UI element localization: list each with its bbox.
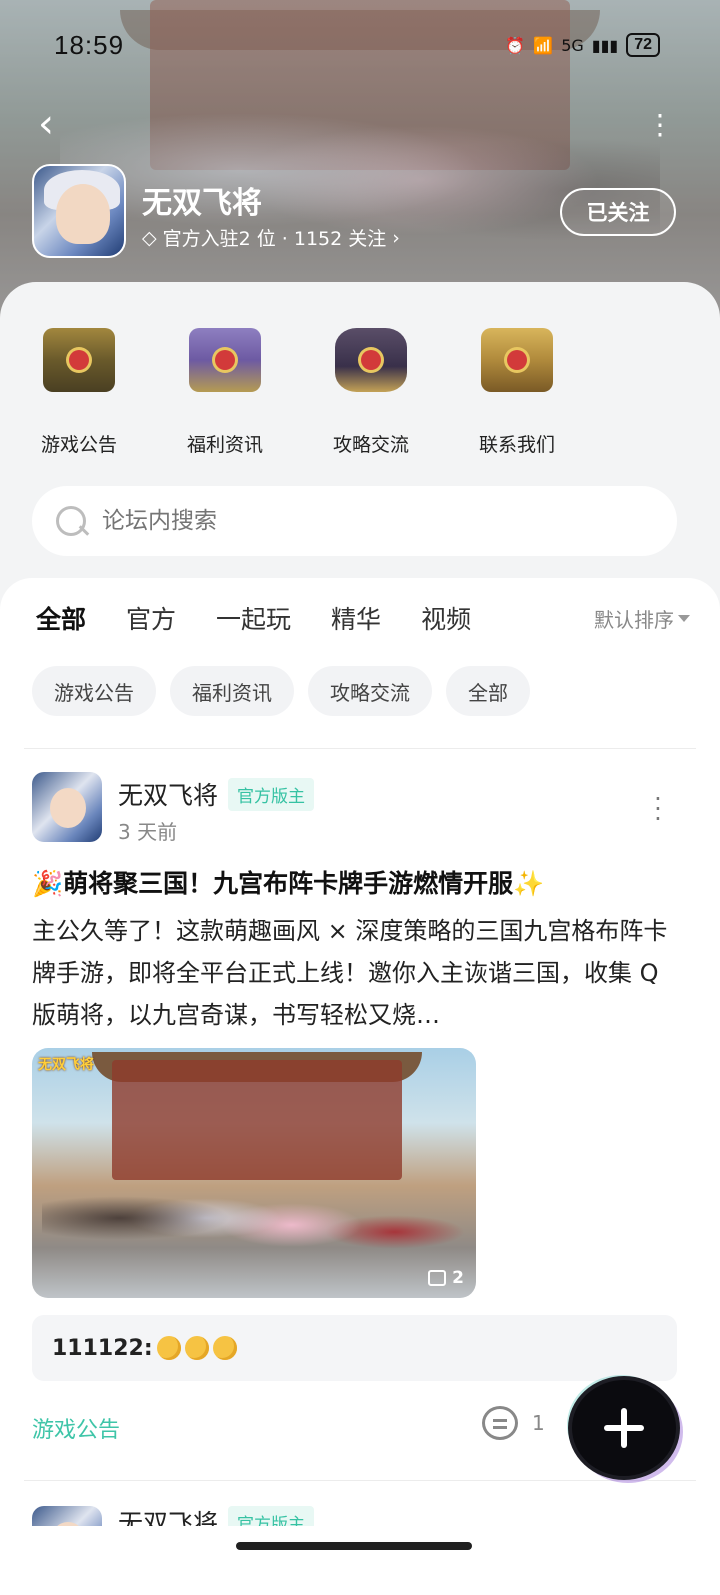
tab-video[interactable]: 视频 — [421, 600, 471, 636]
game-title: 无双飞将 — [142, 186, 262, 221]
status-icons: ⏰ 📶 5G ▮▮▮ 72 — [505, 33, 660, 57]
wifi-icon: 📶 — [533, 35, 554, 55]
image-characters — [42, 1148, 472, 1288]
chip-benefits[interactable]: 福利资讯 — [170, 666, 294, 716]
quick-link-label: 攻略交流 — [332, 434, 409, 456]
status-bar: 18:59 ⏰ 📶 5G ▮▮▮ 72 — [54, 28, 660, 62]
chest-dark-icon — [335, 328, 407, 392]
quick-link-guides[interactable]: 攻略交流 — [302, 322, 440, 457]
comment-button[interactable]: 1 — [482, 1406, 545, 1440]
avatar-face — [50, 788, 86, 828]
official-badge: 官方版主 — [228, 777, 315, 811]
back-icon[interactable]: ‹ — [38, 104, 68, 144]
game-meta[interactable]: ◇ 官方入驻2 位 · 1152 关注 › — [142, 224, 400, 251]
chest-gold-icon — [43, 328, 115, 392]
post-more-icon[interactable]: · · · — [648, 787, 668, 831]
signal-icon: ▮▮▮ — [591, 35, 619, 55]
search-input[interactable] — [102, 508, 602, 534]
image-logo: 无双飞将 — [38, 1057, 94, 1073]
chest-golden-icon — [481, 328, 553, 392]
smile-emoji-icon — [156, 1336, 181, 1360]
search-bar[interactable] — [32, 486, 677, 556]
comment-count: 1 — [532, 1411, 545, 1435]
quick-link-announcement[interactable]: 游戏公告 — [10, 322, 148, 457]
divider — [24, 748, 696, 749]
quick-links: 游戏公告 福利资讯 攻略交流 联系我们 — [0, 322, 720, 457]
author-name: 无双飞将 — [118, 781, 219, 810]
comment-user: 111122: — [52, 1335, 153, 1361]
bottom-bar — [0, 1526, 720, 1595]
quick-link-benefits[interactable]: 福利资讯 — [156, 322, 294, 457]
quick-link-contact[interactable]: 联系我们 — [448, 322, 586, 457]
diamond-icon: ◇ — [142, 226, 157, 249]
home-indicator[interactable] — [236, 1542, 472, 1550]
game-meta-text: 官方入驻2 位 · 1152 关注 — [162, 228, 387, 250]
post-body[interactable]: 主公久等了！这款萌趣画风 × 深度策略的三国九宫格布阵卡牌手游，即将全平台正式上… — [32, 910, 672, 1036]
picture-icon — [428, 1270, 447, 1286]
post-time: 3 天前 — [118, 820, 178, 844]
more-options-icon[interactable]: ⋮ — [646, 108, 674, 141]
sort-dropdown[interactable]: 默认排序 — [594, 604, 690, 633]
comment-preview[interactable]: 111122: — [32, 1315, 677, 1381]
game-icon — [32, 164, 126, 258]
status-time: 18:59 — [54, 29, 125, 60]
alarm-icon: ⏰ — [505, 35, 526, 55]
quick-link-label: 福利资讯 — [186, 434, 263, 456]
quick-link-label: 游戏公告 — [40, 434, 117, 456]
follow-button[interactable]: 已关注 — [560, 188, 676, 236]
image-count-value: 2 — [452, 1268, 464, 1288]
chest-purple-icon — [189, 328, 261, 392]
tab-play-together[interactable]: 一起玩 — [216, 600, 291, 636]
chip-guides[interactable]: 攻略交流 — [308, 666, 432, 716]
caret-down-icon — [678, 615, 690, 622]
game-icon-face — [56, 184, 110, 244]
plus-icon — [604, 1408, 644, 1448]
post-title[interactable]: 🎉萌将聚三国！九宫布阵卡牌手游燃情开服✨ — [32, 864, 544, 900]
chevron-right-icon: › — [392, 226, 400, 249]
tab-official[interactable]: 官方 — [126, 600, 176, 636]
post-image[interactable]: 无双飞将 2 — [32, 1048, 476, 1298]
create-post-button[interactable] — [572, 1380, 676, 1476]
chip-announcement[interactable]: 游戏公告 — [32, 666, 156, 716]
chip-all[interactable]: 全部 — [446, 666, 530, 716]
battery-indicator: 72 — [626, 33, 660, 57]
tab-all[interactable]: 全部 — [36, 600, 87, 642]
smile-emoji-icon — [184, 1336, 209, 1360]
post-category[interactable]: 游戏公告 — [32, 1412, 120, 1444]
smile-emoji-icon — [212, 1336, 237, 1360]
divider — [24, 1480, 696, 1481]
tab-featured[interactable]: 精华 — [331, 600, 381, 636]
comment-icon — [482, 1406, 518, 1440]
sort-label: 默认排序 — [594, 608, 674, 632]
category-chips: 游戏公告 福利资讯 攻略交流 全部 — [32, 666, 530, 716]
post-author[interactable]: 无双飞将 官方版主 — [118, 776, 315, 812]
search-icon — [54, 504, 88, 538]
network-label: 5G — [561, 35, 584, 55]
image-count: 2 — [428, 1268, 464, 1288]
feed-tabs: 全部 官方 一起玩 精华 视频 默认排序 — [36, 600, 690, 642]
quick-link-label: 联系我们 — [478, 434, 555, 456]
avatar[interactable] — [32, 772, 102, 842]
